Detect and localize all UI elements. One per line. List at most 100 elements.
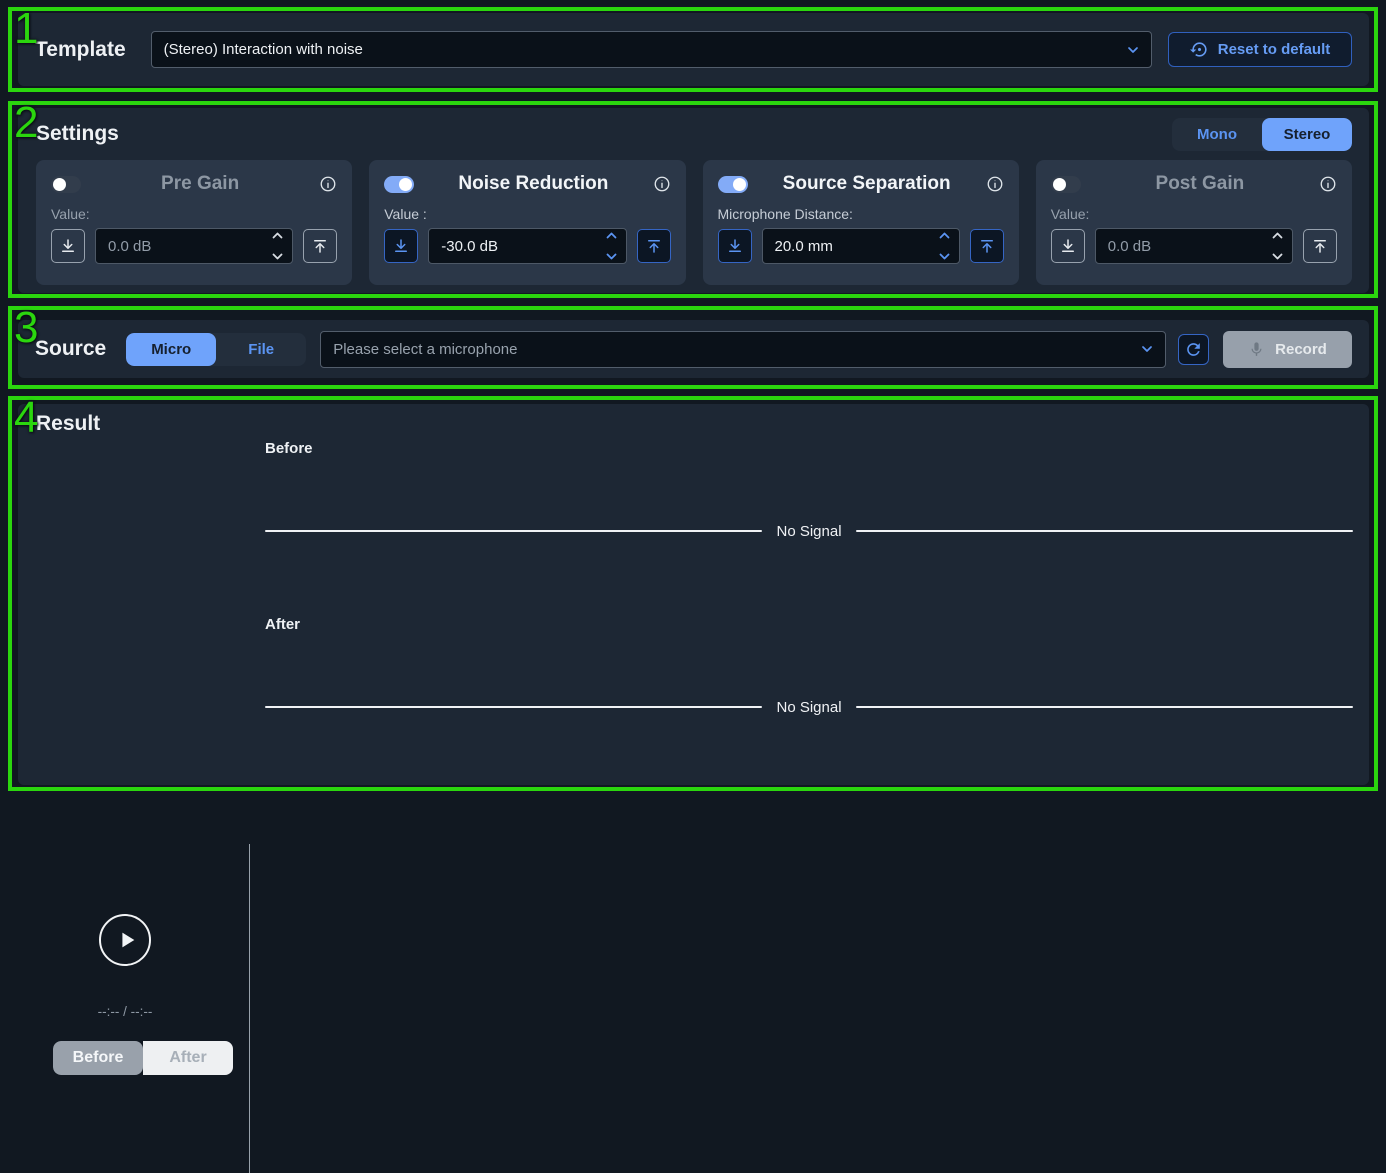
download-icon bbox=[392, 237, 410, 255]
info-icon[interactable] bbox=[319, 175, 337, 193]
source-title: Source bbox=[35, 337, 106, 361]
settings-title: Settings bbox=[36, 122, 119, 146]
stereo-tab[interactable]: Stereo bbox=[1262, 118, 1352, 151]
spinner-down-icon[interactable] bbox=[1271, 253, 1284, 261]
import-value-button[interactable] bbox=[384, 229, 418, 263]
template-select-value: (Stereo) Interaction with noise bbox=[164, 41, 363, 58]
pre-gain-value-input[interactable] bbox=[95, 228, 293, 264]
pre-gain-toggle[interactable] bbox=[51, 176, 81, 193]
download-icon bbox=[1059, 237, 1077, 255]
pre-gain-value-label: Value: bbox=[51, 206, 337, 222]
spinner-down-icon[interactable] bbox=[271, 253, 284, 261]
microphone-icon bbox=[1248, 341, 1265, 358]
play-icon bbox=[116, 929, 138, 951]
template-select[interactable]: (Stereo) Interaction with noise bbox=[151, 31, 1152, 68]
upload-icon bbox=[311, 237, 329, 255]
mono-tab[interactable]: Mono bbox=[1172, 118, 1262, 151]
export-value-button[interactable] bbox=[1303, 229, 1337, 263]
after-track-label: After bbox=[265, 616, 300, 633]
noise-reduction-input-wrap bbox=[428, 228, 626, 264]
post-gain-toggle[interactable] bbox=[1051, 176, 1081, 193]
file-tab[interactable]: File bbox=[216, 333, 306, 366]
before-track-label: Before bbox=[265, 440, 313, 457]
post-gain-title: Post Gain bbox=[1081, 173, 1319, 195]
micro-tab[interactable]: Micro bbox=[126, 333, 216, 366]
import-value-button[interactable] bbox=[1051, 229, 1085, 263]
microphone-distance-label: Microphone Distance: bbox=[718, 206, 1004, 222]
noise-reduction-toggle[interactable] bbox=[384, 176, 414, 193]
before-waveform: No Signal bbox=[265, 521, 1353, 541]
reset-to-default-button[interactable]: Reset to default bbox=[1168, 32, 1352, 67]
record-button[interactable]: Record bbox=[1223, 331, 1352, 368]
chevron-down-icon bbox=[1139, 341, 1155, 361]
before-toggle-option[interactable]: Before bbox=[53, 1041, 143, 1075]
card-post-gain: Post Gain Value: bbox=[1036, 160, 1352, 285]
export-value-button[interactable] bbox=[637, 229, 671, 263]
after-waveform: No Signal bbox=[265, 697, 1353, 717]
upload-icon bbox=[1311, 237, 1329, 255]
play-button[interactable] bbox=[99, 914, 151, 966]
after-toggle-option[interactable]: After bbox=[143, 1041, 233, 1075]
source-separation-title: Source Separation bbox=[748, 173, 986, 195]
channel-segmented-control: Mono Stereo bbox=[1172, 118, 1352, 151]
pre-gain-title: Pre Gain bbox=[81, 173, 319, 195]
noise-reduction-title: Noise Reduction bbox=[414, 173, 652, 195]
before-after-toggle: Before After bbox=[53, 1041, 233, 1075]
info-icon[interactable] bbox=[986, 175, 1004, 193]
spinner-up-icon[interactable] bbox=[938, 231, 951, 239]
noise-reduction-value-label: Value : bbox=[384, 206, 670, 222]
chevron-down-icon bbox=[1125, 42, 1141, 62]
microphone-distance-input[interactable] bbox=[762, 228, 960, 264]
info-icon[interactable] bbox=[1319, 175, 1337, 193]
template-panel: Template (Stereo) Interaction with noise… bbox=[18, 13, 1369, 86]
import-value-button[interactable] bbox=[718, 229, 752, 263]
result-divider bbox=[249, 844, 250, 1173]
source-panel: Source Micro File Please select a microp… bbox=[18, 320, 1369, 378]
microphone-select-placeholder: Please select a microphone bbox=[333, 341, 517, 358]
pre-gain-input-wrap bbox=[95, 228, 293, 264]
download-icon bbox=[726, 237, 744, 255]
record-button-label: Record bbox=[1275, 341, 1327, 358]
refresh-icon bbox=[1184, 340, 1203, 359]
template-title: Template bbox=[35, 38, 126, 62]
spinner-down-icon[interactable] bbox=[605, 253, 618, 261]
source-type-segmented-control: Micro File bbox=[126, 333, 306, 366]
spinner-up-icon[interactable] bbox=[605, 231, 618, 239]
microphone-select[interactable]: Please select a microphone bbox=[320, 331, 1166, 368]
result-panel: Result --:-- / --:-- Before After Before… bbox=[18, 404, 1369, 785]
export-value-button[interactable] bbox=[303, 229, 337, 263]
source-separation-toggle[interactable] bbox=[718, 176, 748, 193]
settings-panel: Settings Mono Stereo Pre Gain Value: bbox=[18, 108, 1369, 293]
waveform-baseline bbox=[265, 706, 762, 709]
card-noise-reduction: Noise Reduction Value : bbox=[369, 160, 685, 285]
post-gain-value-label: Value: bbox=[1051, 206, 1337, 222]
noise-reduction-value-input[interactable] bbox=[428, 228, 626, 264]
download-icon bbox=[59, 237, 77, 255]
upload-icon bbox=[645, 237, 663, 255]
spinner-up-icon[interactable] bbox=[1271, 231, 1284, 239]
import-value-button[interactable] bbox=[51, 229, 85, 263]
waveform-baseline bbox=[856, 530, 1353, 533]
card-source-separation: Source Separation Microphone Distance: bbox=[703, 160, 1019, 285]
waveform-baseline bbox=[856, 706, 1353, 709]
reset-button-label: Reset to default bbox=[1218, 41, 1331, 58]
spinner-up-icon[interactable] bbox=[271, 231, 284, 239]
spinner-down-icon[interactable] bbox=[938, 253, 951, 261]
info-icon[interactable] bbox=[653, 175, 671, 193]
playback-time: --:-- / --:-- bbox=[18, 1004, 232, 1019]
post-gain-input-wrap bbox=[1095, 228, 1293, 264]
waveform-baseline bbox=[265, 530, 762, 533]
card-pre-gain: Pre Gain Value: bbox=[36, 160, 352, 285]
spinner-buttons bbox=[271, 231, 284, 261]
microphone-distance-input-wrap bbox=[762, 228, 960, 264]
no-signal-text: No Signal bbox=[776, 699, 841, 716]
spinner-buttons bbox=[938, 231, 951, 261]
result-title: Result bbox=[36, 412, 100, 436]
no-signal-text: No Signal bbox=[776, 523, 841, 540]
spinner-buttons bbox=[1271, 231, 1284, 261]
refresh-devices-button[interactable] bbox=[1178, 334, 1209, 365]
export-value-button[interactable] bbox=[970, 229, 1004, 263]
spinner-buttons bbox=[605, 231, 618, 261]
post-gain-value-input[interactable] bbox=[1095, 228, 1293, 264]
upload-icon bbox=[978, 237, 996, 255]
